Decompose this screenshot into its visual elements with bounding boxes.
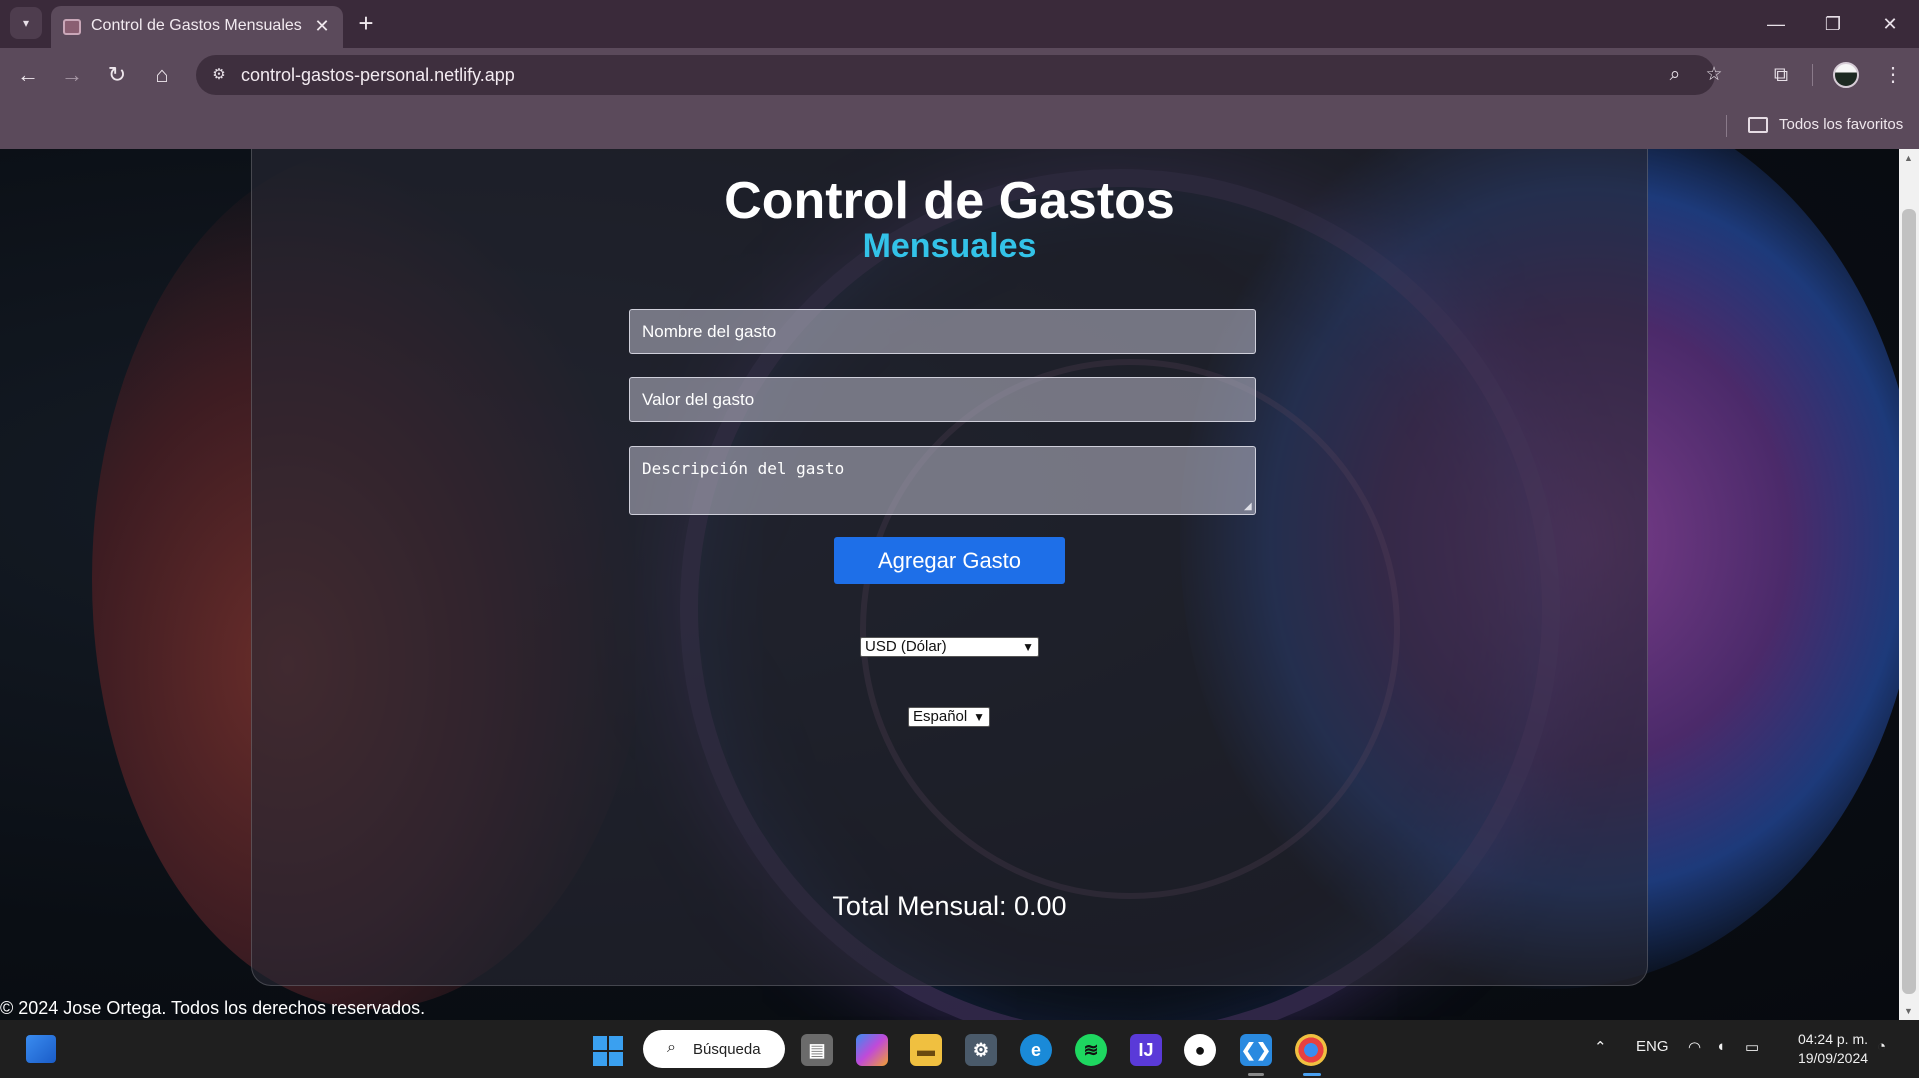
browser-toolbar: ← → ↻ ⌂ ⚙ control-gastos-personal.netlif… (0, 48, 1919, 101)
page-title: Control de Gastos (724, 172, 1175, 230)
monthly-total: Total Mensual: 0.00 (832, 891, 1067, 921)
currency-select-value: USD (Dólar) (865, 638, 947, 655)
zoom-icon[interactable]: ⌕ (1661, 61, 1689, 89)
task-view-icon[interactable]: ▤ (801, 1034, 833, 1066)
all-bookmarks-link[interactable]: Todos los favoritos (1779, 116, 1903, 133)
page-scrollbar[interactable]: ▲ ▼ (1899, 149, 1919, 1020)
vscode-icon[interactable]: ❮❯ (1240, 1034, 1272, 1066)
start-tile (593, 1036, 607, 1050)
expense-description-textarea[interactable] (629, 446, 1256, 515)
start-button[interactable] (593, 1036, 623, 1066)
browser-tab-bar: ▾ Control de Gastos Mensuales ✕ + — ❐ ✕ (0, 0, 1919, 48)
tray-overflow-icon[interactable]: ⌃ (1594, 1038, 1607, 1056)
taskbar-clock[interactable]: 04:24 p. m. 19/09/2024 (1783, 1030, 1883, 1068)
chevron-down-icon: ▼ (1022, 640, 1034, 654)
clock-date: 19/09/2024 (1797, 1050, 1869, 1066)
site-info-icon[interactable]: ⚙ (204, 60, 234, 90)
chrome-icon[interactable] (1295, 1034, 1327, 1066)
forward-icon[interactable]: → (57, 60, 87, 90)
scrollbar-thumb[interactable] (1902, 209, 1916, 994)
edge-icon[interactable]: e (1020, 1034, 1052, 1066)
folder-icon[interactable] (1748, 117, 1768, 133)
page-viewport: Control de Gastos Mensuales ◢ Agregar Ga… (0, 149, 1899, 1020)
page-subtitle: Mensuales (862, 227, 1037, 265)
intellij-icon[interactable]: IJ (1130, 1034, 1162, 1066)
scroll-up-icon[interactable]: ▲ (1904, 153, 1913, 163)
clock-time: 04:24 p. m. (1797, 1031, 1869, 1047)
tab-search-button[interactable]: ▾ (10, 7, 42, 39)
tab-favicon-icon (63, 19, 81, 35)
vscode-running-indicator (1248, 1073, 1264, 1076)
url-text[interactable]: control-gastos-personal.netlify.app (241, 65, 515, 86)
minimize-button[interactable]: — (1761, 10, 1791, 38)
profile-avatar[interactable] (1833, 62, 1859, 88)
close-window-button[interactable]: ✕ (1875, 10, 1905, 38)
bookmarks-divider (1726, 115, 1727, 137)
page-footer: © 2024 Jose Ortega. Todos los derechos r… (0, 998, 426, 1018)
browser-tab-active[interactable]: Control de Gastos Mensuales ✕ (51, 6, 343, 48)
search-icon: ⌕ (667, 1039, 676, 1056)
start-tile (609, 1052, 623, 1066)
language-select-value: Español (913, 708, 968, 725)
file-explorer-icon[interactable]: ▬ (910, 1034, 942, 1066)
widgets-icon[interactable] (26, 1035, 56, 1063)
notification-bell-icon[interactable]: ◔ (1877, 1038, 1886, 1055)
currency-select[interactable]: USD (Dólar) ▼ (860, 637, 1039, 657)
home-icon[interactable]: ⌂ (147, 60, 177, 90)
expense-value-input[interactable] (629, 377, 1256, 422)
reload-icon[interactable]: ↻ (102, 60, 132, 90)
resize-grip-icon[interactable]: ◢ (1244, 502, 1254, 512)
add-expense-button[interactable]: Agregar Gasto (834, 537, 1065, 584)
taskbar-search-label: Búsqueda (693, 1041, 761, 1058)
github-icon[interactable]: ● (1184, 1034, 1216, 1066)
back-icon[interactable]: ← (13, 60, 43, 90)
menu-kebab-icon[interactable]: ⋮ (1878, 60, 1908, 90)
input-language[interactable]: ENG (1636, 1038, 1669, 1055)
spotify-icon[interactable]: ≋ (1075, 1034, 1107, 1066)
taskbar-search[interactable]: ⌕ Búsqueda (643, 1030, 785, 1068)
new-tab-button[interactable]: + (354, 9, 378, 37)
settings-icon[interactable]: ⚙ (965, 1034, 997, 1066)
start-tile (609, 1036, 623, 1050)
restore-button[interactable]: ❐ (1818, 10, 1848, 38)
chrome-active-indicator (1303, 1073, 1321, 1076)
toolbar-divider (1812, 64, 1813, 86)
extensions-icon[interactable]: ⧉ (1766, 60, 1796, 90)
bookmark-star-icon[interactable]: ☆ (1700, 61, 1728, 89)
start-tile (593, 1052, 607, 1066)
tab-close-icon[interactable]: ✕ (311, 15, 333, 37)
volume-icon[interactable]: ◖ (1716, 1038, 1725, 1055)
address-bar[interactable]: ⚙ control-gastos-personal.netlify.app ⌕ … (196, 55, 1723, 95)
language-select[interactable]: Español ▼ (908, 707, 990, 727)
bookmarks-bar: Todos los favoritos (0, 101, 1919, 149)
battery-icon[interactable]: ▭ (1745, 1038, 1759, 1056)
copilot-icon[interactable] (856, 1034, 888, 1066)
tab-title: Control de Gastos Mensuales (91, 17, 302, 34)
chevron-down-icon: ▼ (973, 710, 985, 724)
windows-taskbar: ⌕ Búsqueda ▤ ▬ ⚙ e ≋ IJ ● ❮❯ ⌃ ENG ◠ ◖ ▭… (0, 1020, 1919, 1078)
expense-name-input[interactable] (629, 309, 1256, 354)
scroll-down-icon[interactable]: ▼ (1904, 1006, 1913, 1016)
wifi-icon[interactable]: ◠ (1688, 1038, 1701, 1056)
